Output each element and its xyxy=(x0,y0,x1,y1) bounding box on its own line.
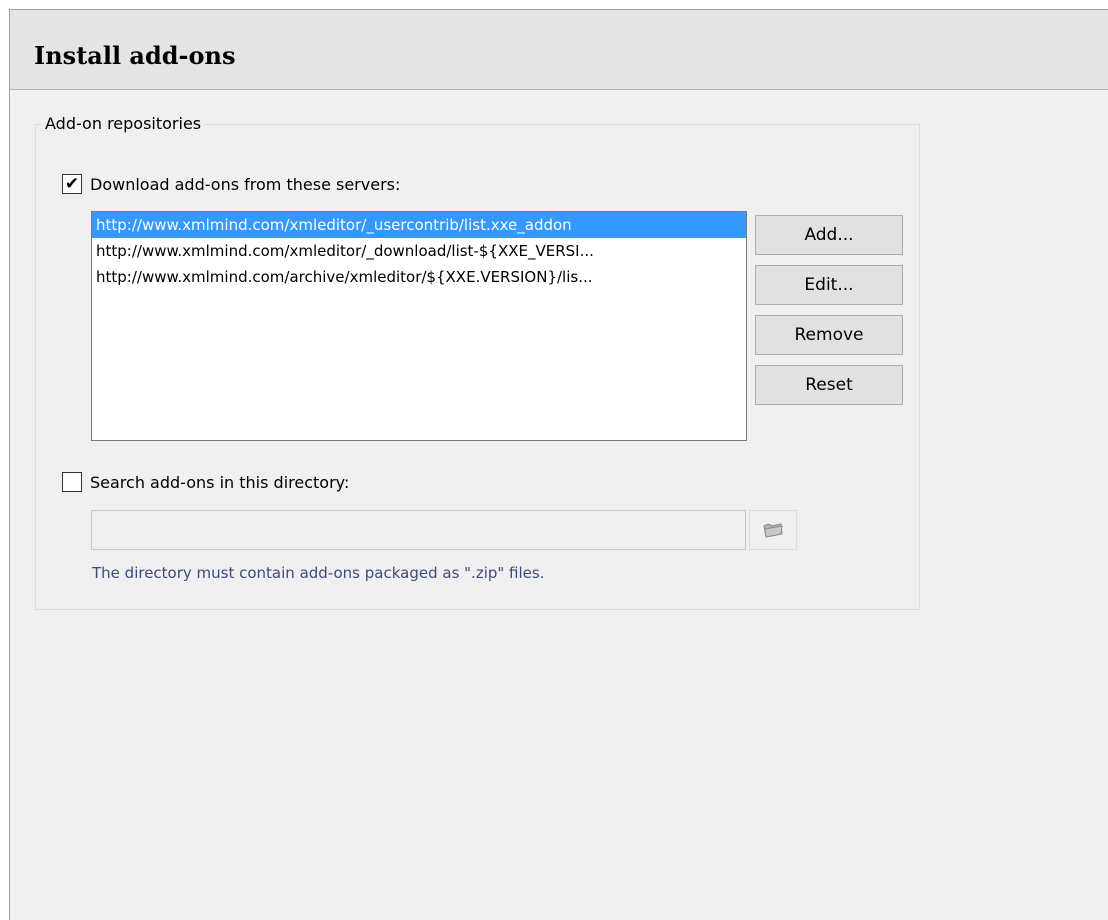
add-on-repositories-group: Add-on repositories ✔ Download add-ons f… xyxy=(35,114,920,610)
check-icon: ✔ xyxy=(64,173,80,194)
edit-server-button[interactable]: Edit... xyxy=(755,265,903,305)
search-directory-checkbox[interactable] xyxy=(62,472,82,492)
reset-servers-button[interactable]: Reset xyxy=(755,365,903,405)
server-list-item[interactable]: http://www.xmlmind.com/archive/xmleditor… xyxy=(92,264,746,290)
group-legend: Add-on repositories xyxy=(42,114,205,134)
folder-icon xyxy=(763,523,783,538)
server-list[interactable]: http://www.xmlmind.com/xmleditor/_userco… xyxy=(91,211,747,441)
search-directory-label: Search add-ons in this directory: xyxy=(90,472,350,492)
panel-header: Install add-ons xyxy=(10,10,1108,90)
browse-directory-button[interactable] xyxy=(749,510,797,550)
directory-path-field[interactable] xyxy=(91,510,746,550)
download-servers-option[interactable]: ✔ Download add-ons from these servers: xyxy=(62,173,400,195)
download-servers-checkbox[interactable]: ✔ xyxy=(62,174,82,194)
page-title: Install add-ons xyxy=(34,41,236,70)
download-servers-label: Download add-ons from these servers: xyxy=(90,174,401,194)
remove-server-button[interactable]: Remove xyxy=(755,315,903,355)
add-server-button[interactable]: Add... xyxy=(755,215,903,255)
server-list-item[interactable]: http://www.xmlmind.com/xmleditor/_downlo… xyxy=(92,238,746,264)
server-list-item[interactable]: http://www.xmlmind.com/xmleditor/_userco… xyxy=(92,212,746,238)
search-directory-option[interactable]: Search add-ons in this directory: xyxy=(62,471,349,493)
directory-hint: The directory must contain add-ons packa… xyxy=(92,564,545,582)
add-ons-panel: Install add-ons Add-on repositories ✔ Do… xyxy=(9,9,1108,920)
